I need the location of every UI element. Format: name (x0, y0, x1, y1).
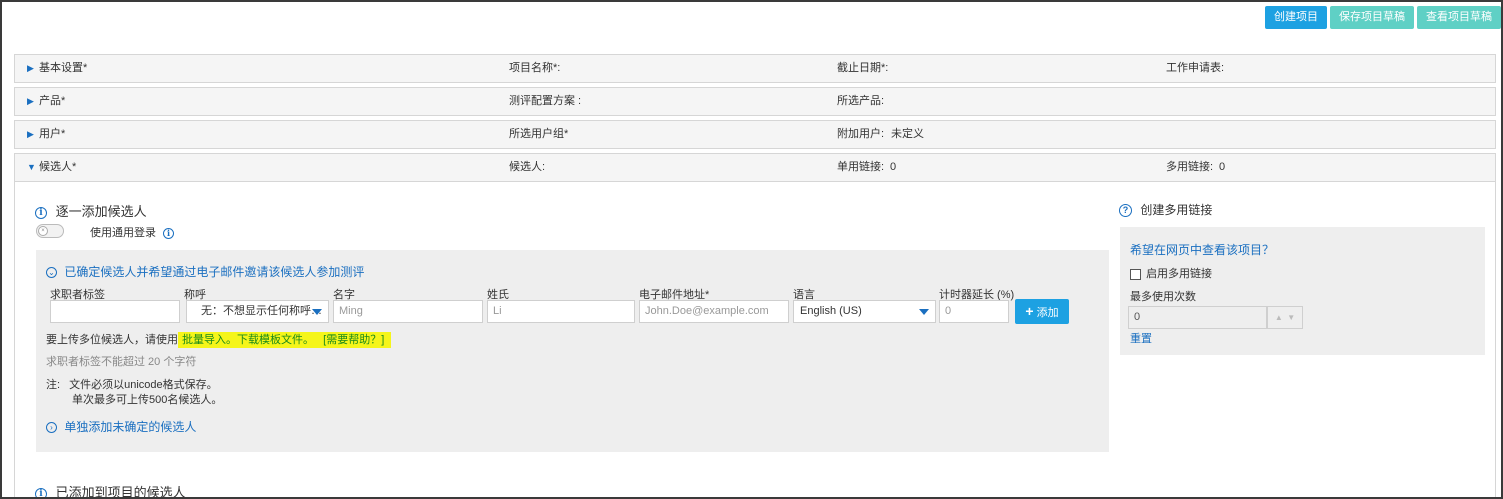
confirmed-header[interactable]: ⌄ 已确定候选人并希望通过电子邮件邀请该候选人参加测评 (46, 263, 364, 280)
note-text1: 文件必须以unicode格式保存。 (69, 379, 218, 391)
chevron-down-circle-icon: ⌄ (46, 267, 57, 279)
triangle-right-icon: ▶ (27, 129, 34, 139)
toggle-knob: × (38, 226, 48, 236)
unconfirmed-header[interactable]: › 单独添加未确定的候选人 (46, 418, 196, 435)
add-one-title: 逐一添加候选人 (55, 204, 147, 219)
deadline-label: 截止日期*: (837, 62, 889, 74)
section-basic-title: 基本设置* (39, 62, 88, 74)
assessment-config-label: 测评配置方案 : (509, 95, 582, 107)
triangle-right-icon: ▶ (27, 96, 34, 106)
view-in-web-question: 希望在网页中查看该项目？ (1130, 243, 1275, 257)
enable-multi-link-label: 启用多用链接 (1146, 268, 1213, 280)
help-link[interactable]: [需要帮助？] (323, 334, 384, 346)
max-uses-input[interactable]: 0 (1128, 306, 1267, 329)
unconfirmed-title: 单独添加未确定的候选人 (64, 420, 197, 434)
max-uses-label: 最多使用次数 (1130, 291, 1196, 303)
common-login-toggle[interactable]: × (36, 224, 64, 238)
checkbox-icon[interactable] (1130, 268, 1141, 280)
tag-hint: 求职者标签不能超过 20 个字符 (46, 356, 197, 368)
section-product-title: 产品* (39, 95, 66, 107)
info-icon: i (35, 487, 47, 497)
common-login-label: 使用通用登录 (90, 227, 156, 239)
enable-multi-link-row[interactable]: 启用多用链接 (1130, 265, 1212, 281)
note-label: 注: (46, 379, 61, 391)
single-link-value[interactable]: 0 (890, 154, 896, 181)
salutation-select[interactable]: 无：不想显示任何称呼… (186, 300, 329, 323)
first-name-input[interactable]: Ming (333, 300, 483, 323)
multi-link-label: 多用链接: (1166, 161, 1214, 173)
info-icon: i (35, 206, 47, 219)
max-uses-stepper[interactable]: ▲ ▼ (1267, 306, 1303, 329)
multi-link-header: ? 创建多用链接 (1119, 201, 1212, 218)
create-project-button[interactable]: 创建项目 (1265, 6, 1327, 29)
add-candidate-label: 添加 (1036, 307, 1059, 319)
chevron-right-circle-icon: › (46, 422, 57, 434)
extra-users-value[interactable]: 未定义 (891, 121, 924, 148)
multi-link-value[interactable]: 0 (1219, 154, 1225, 181)
info-icon[interactable]: i (163, 227, 175, 239)
chevron-down-icon (919, 309, 929, 315)
language-select[interactable]: English (US) (793, 300, 936, 323)
upload-row: 要上传多位候选人，请使用 批量导入。下载模板文件。 [需要帮助？] (46, 331, 392, 348)
add-candidate-button[interactable]: + 添加 (1015, 299, 1069, 324)
timer-input[interactable]: 0 (939, 300, 1009, 323)
selected-user-group-label: 所选用户组* (509, 128, 569, 140)
app-frame: 创建项目 保存项目草稿 查看项目草稿 ▶ 基本设置* 项目名称*: 截止日期*:… (0, 0, 1503, 499)
added-header: i 已添加到项目的候选人 (35, 482, 186, 499)
selected-product-label: 所选产品: (837, 95, 885, 107)
common-login-row: 使用通用登录 i (90, 224, 175, 240)
plus-icon: + (1025, 303, 1034, 319)
note-line2: 单次最多可上传500名候选人。 (72, 394, 223, 406)
section-basic[interactable]: ▶ 基本设置* 项目名称*: 截止日期*: 工作申请表: (14, 54, 1496, 83)
confirmed-title: 已确定候选人并希望通过电子邮件邀请该候选人参加测评 (64, 265, 365, 279)
triangle-right-icon: ▶ (27, 63, 34, 73)
section-users-title: 用户* (39, 128, 66, 140)
upload-prefix: 要上传多位候选人，请使用 (46, 334, 178, 346)
section-candidates[interactable]: ▼ 候选人* 候选人: 单用链接: 0 多用链接: 0 (14, 153, 1496, 182)
bulk-import-text: 批量导入。下载模板文件。 (182, 334, 314, 346)
last-name-input[interactable]: Li (487, 300, 635, 323)
salutation-value: 无：不想显示任何称呼… (201, 305, 322, 317)
section-product[interactable]: ▶ 产品* 测评配置方案 : 所选产品: (14, 87, 1496, 116)
section-users[interactable]: ▶ 用户* 所选用户组* 附加用户: 未定义 (14, 120, 1496, 149)
chevron-down-icon (312, 309, 322, 315)
section-candidates-title: 候选人* (39, 161, 77, 173)
added-title: 已添加到项目的候选人 (55, 485, 186, 499)
email-input[interactable]: John.Doe@example.com (639, 300, 789, 323)
multi-link-title: 创建多用链接 (1140, 203, 1213, 217)
extra-users-label: 附加用户: (837, 128, 885, 140)
reset-link[interactable]: 重置 (1130, 330, 1152, 346)
bulk-import-link[interactable]: 批量导入。下载模板文件。 [需要帮助？] (178, 332, 392, 348)
candidates-label: 候选人: (509, 161, 546, 173)
confirmed-candidate-panel (36, 250, 1109, 452)
add-one-header: i 逐一添加候选人 (35, 201, 147, 220)
application-form-label: 工作申请表: (1166, 62, 1225, 74)
tag-input[interactable] (50, 300, 180, 323)
save-draft-button[interactable]: 保存项目草稿 (1330, 6, 1414, 29)
single-link-label: 单用链接: (837, 161, 885, 173)
view-draft-button[interactable]: 查看项目草稿 (1417, 6, 1501, 29)
triangle-down-icon: ▼ (27, 162, 36, 172)
question-icon[interactable]: ? (1119, 204, 1132, 218)
project-name-label: 项目名称*: (509, 62, 561, 74)
language-value: English (US) (800, 305, 862, 317)
note-line1: 注: 文件必须以unicode格式保存。 (46, 376, 218, 392)
